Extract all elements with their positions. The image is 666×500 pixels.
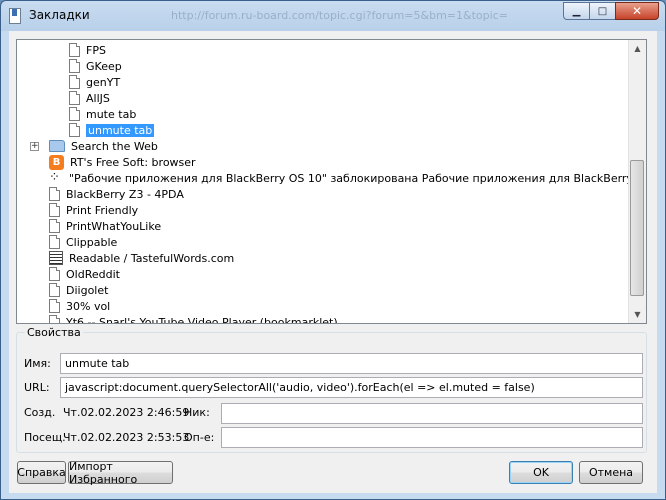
chevron-down-icon: ▼: [634, 310, 641, 319]
minimize-icon: ▁: [572, 5, 581, 17]
visited-label: Посещ.: [24, 431, 66, 444]
document-icon: [69, 123, 80, 137]
url-label: URL:: [24, 381, 50, 394]
tree-item[interactable]: GKeep: [69, 58, 122, 74]
tree-item[interactable]: PrintWhatYouLike: [49, 218, 161, 234]
tree-item[interactable]: Print Friendly: [49, 202, 138, 218]
tree-item[interactable]: Diigolet: [49, 282, 108, 298]
tree-item[interactable]: genYT: [69, 74, 120, 90]
tree-item-label: Yt6 -- Snarl's YouTube Video Player (boo…: [66, 315, 338, 324]
document-icon: [49, 187, 60, 201]
minimize-button[interactable]: ▁: [563, 2, 589, 20]
tree-item[interactable]: FPS: [69, 42, 106, 58]
bookmarks-window: Закладки http://forum.ru-board.com/topic…: [0, 0, 666, 500]
description-label: Оп-е:: [184, 431, 215, 444]
created-value: Чт.02.02.2023 2:46:59: [63, 406, 190, 419]
tree-item[interactable]: B RT's Free Soft: browser: [49, 154, 196, 170]
tree-item-label: Search the Web: [71, 139, 158, 153]
tree-item-label: genYT: [86, 75, 121, 89]
tree-item[interactable]: mute tab: [69, 106, 136, 122]
created-label: Созд.: [24, 406, 56, 419]
scrollbar-thumb[interactable]: [630, 160, 644, 296]
name-field[interactable]: unmute tab: [60, 353, 643, 374]
tree-item[interactable]: BlackBerry Z3 - 4PDA: [49, 186, 184, 202]
visited-value: Чт.02.02.2023 2:53:53: [63, 431, 190, 444]
scroll-up-button[interactable]: ▲: [629, 40, 646, 57]
document-icon: [49, 315, 60, 323]
tree-item[interactable]: AllJS: [69, 90, 110, 106]
close-button[interactable]: ✕: [615, 2, 659, 20]
help-button[interactable]: Справка: [17, 461, 66, 484]
readable-icon: [49, 251, 63, 265]
maximize-icon: □: [597, 5, 608, 17]
chevron-up-icon: ▲: [634, 44, 641, 53]
document-icon: [49, 235, 60, 249]
ok-button[interactable]: OK: [509, 461, 573, 484]
maximize-button[interactable]: □: [589, 2, 615, 20]
tree-item[interactable]: OldReddit: [49, 266, 120, 282]
dialog-body: FPS GKeep genYT AllJS mute tab unmute ta…: [9, 31, 657, 493]
tree-item[interactable]: ⁘ "Рабочие приложения для BlackBerry OS 1…: [49, 170, 647, 186]
tree-item-selected[interactable]: unmute tab: [69, 122, 155, 138]
window-controls: ▁ □ ✕: [563, 2, 659, 20]
tree-item-label: Print Friendly: [66, 203, 139, 217]
tree-item-label: RT's Free Soft: browser: [70, 155, 196, 169]
document-icon: [49, 219, 60, 233]
tree-item-label: FPS: [86, 43, 106, 57]
document-icon: [69, 75, 80, 89]
tree-item-label: PrintWhatYouLike: [66, 219, 162, 233]
blackberry-icon: ⁘: [49, 170, 60, 185]
document-icon: [49, 203, 60, 217]
document-icon: [49, 267, 60, 281]
tree-item-label: AllJS: [86, 91, 110, 105]
tree-item-label: unmute tab: [86, 123, 155, 137]
tree-item[interactable]: Clippable: [49, 234, 117, 250]
background-window-url: http://forum.ru-board.com/topic.cgi?foru…: [171, 9, 508, 22]
properties-group-label: Свойства: [25, 326, 83, 339]
close-icon: ✕: [631, 4, 643, 18]
title-bar[interactable]: Закладки http://forum.ru-board.com/topic…: [1, 1, 665, 31]
document-icon: [69, 107, 80, 121]
tree-item[interactable]: 30% vol: [49, 298, 110, 314]
tree-item[interactable]: Readable / TastefulWords.com: [49, 250, 234, 266]
tree-item-label: Readable / TastefulWords.com: [69, 251, 235, 265]
tree-scrollbar[interactable]: ▲ ▼: [628, 40, 646, 323]
nick-label: Ник:: [184, 406, 210, 419]
name-label: Имя:: [24, 357, 51, 370]
tree-item-label: Diigolet: [66, 283, 109, 297]
window-title: Закладки: [29, 8, 90, 22]
import-favorites-button[interactable]: Импорт Избранного: [68, 460, 173, 486]
bookmark-tree[interactable]: FPS GKeep genYT AllJS mute tab unmute ta…: [16, 39, 647, 324]
document-icon: [69, 43, 80, 57]
description-field[interactable]: [221, 427, 643, 448]
tree-item-label: OldReddit: [66, 267, 120, 281]
tree-item-label: "Рабочие приложения для BlackBerry OS 10…: [69, 171, 647, 185]
document-icon: [49, 299, 60, 313]
document-icon: [69, 91, 80, 105]
tree-item-label: BlackBerry Z3 - 4PDA: [66, 187, 184, 201]
tree-item-label: 30% vol: [66, 299, 111, 313]
blogger-icon: B: [49, 154, 64, 170]
document-icon: [69, 59, 80, 73]
url-field[interactable]: javascript:document.querySelectorAll('au…: [60, 377, 643, 398]
document-icon: [49, 283, 60, 297]
tree-item-label: Clippable: [66, 235, 118, 249]
tree-item-label: GKeep: [86, 59, 122, 73]
bookmarks-app-icon: [9, 8, 21, 24]
tree-item-label: mute tab: [86, 107, 137, 121]
cancel-button[interactable]: Отмена: [579, 461, 643, 484]
folder-icon: [49, 140, 65, 152]
scroll-down-button[interactable]: ▼: [629, 306, 646, 323]
tree-folder[interactable]: Search the Web: [49, 138, 158, 154]
expand-toggle[interactable]: +: [30, 142, 39, 151]
tree-item[interactable]: Yt6 -- Snarl's YouTube Video Player (boo…: [49, 314, 338, 324]
nick-field[interactable]: [221, 403, 643, 424]
